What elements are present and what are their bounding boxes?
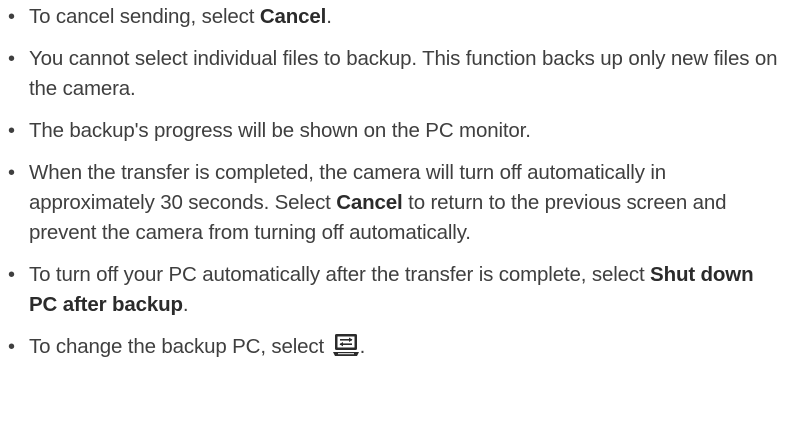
bullet: • xyxy=(8,336,15,358)
bullet: • xyxy=(8,6,15,28)
note-bold-term: Cancel xyxy=(336,191,403,214)
note-text: You cannot select individual files to ba… xyxy=(29,47,778,100)
bullet: • xyxy=(8,162,15,184)
note-text: To turn off your PC automatically after … xyxy=(29,263,651,286)
note-text: To cancel sending, select xyxy=(29,5,260,28)
list-item-backup-progress: • The backup's progress will be shown on… xyxy=(0,116,785,146)
note-text-end: . xyxy=(182,293,189,316)
list-item-change-pc: • To change the backup PC, select . xyxy=(0,332,785,362)
list-item-cancel-sending: • To cancel sending, select Cancel. xyxy=(0,2,785,32)
bullet: • xyxy=(8,48,15,70)
list-item-shutdown-pc: • To turn off your PC automatically afte… xyxy=(0,260,785,320)
list-item-auto-off: • When the transfer is completed, the ca… xyxy=(0,158,785,248)
bullet: • xyxy=(8,264,15,286)
computer-monitor-icon xyxy=(332,333,360,357)
note-bold-term: Cancel xyxy=(259,5,327,28)
bullet: • xyxy=(8,120,15,142)
manual-page: • To cancel sending, select Cancel. • Yo… xyxy=(0,0,785,436)
notes-list: • To cancel sending, select Cancel. • Yo… xyxy=(0,2,785,362)
note-text-end: . xyxy=(359,335,366,358)
list-item-individual-files: • You cannot select individual files to … xyxy=(0,44,785,104)
note-text-end: . xyxy=(326,5,332,28)
note-text: To change the backup PC, select xyxy=(29,335,330,358)
note-text: The backup's progress will be shown on t… xyxy=(29,119,531,142)
